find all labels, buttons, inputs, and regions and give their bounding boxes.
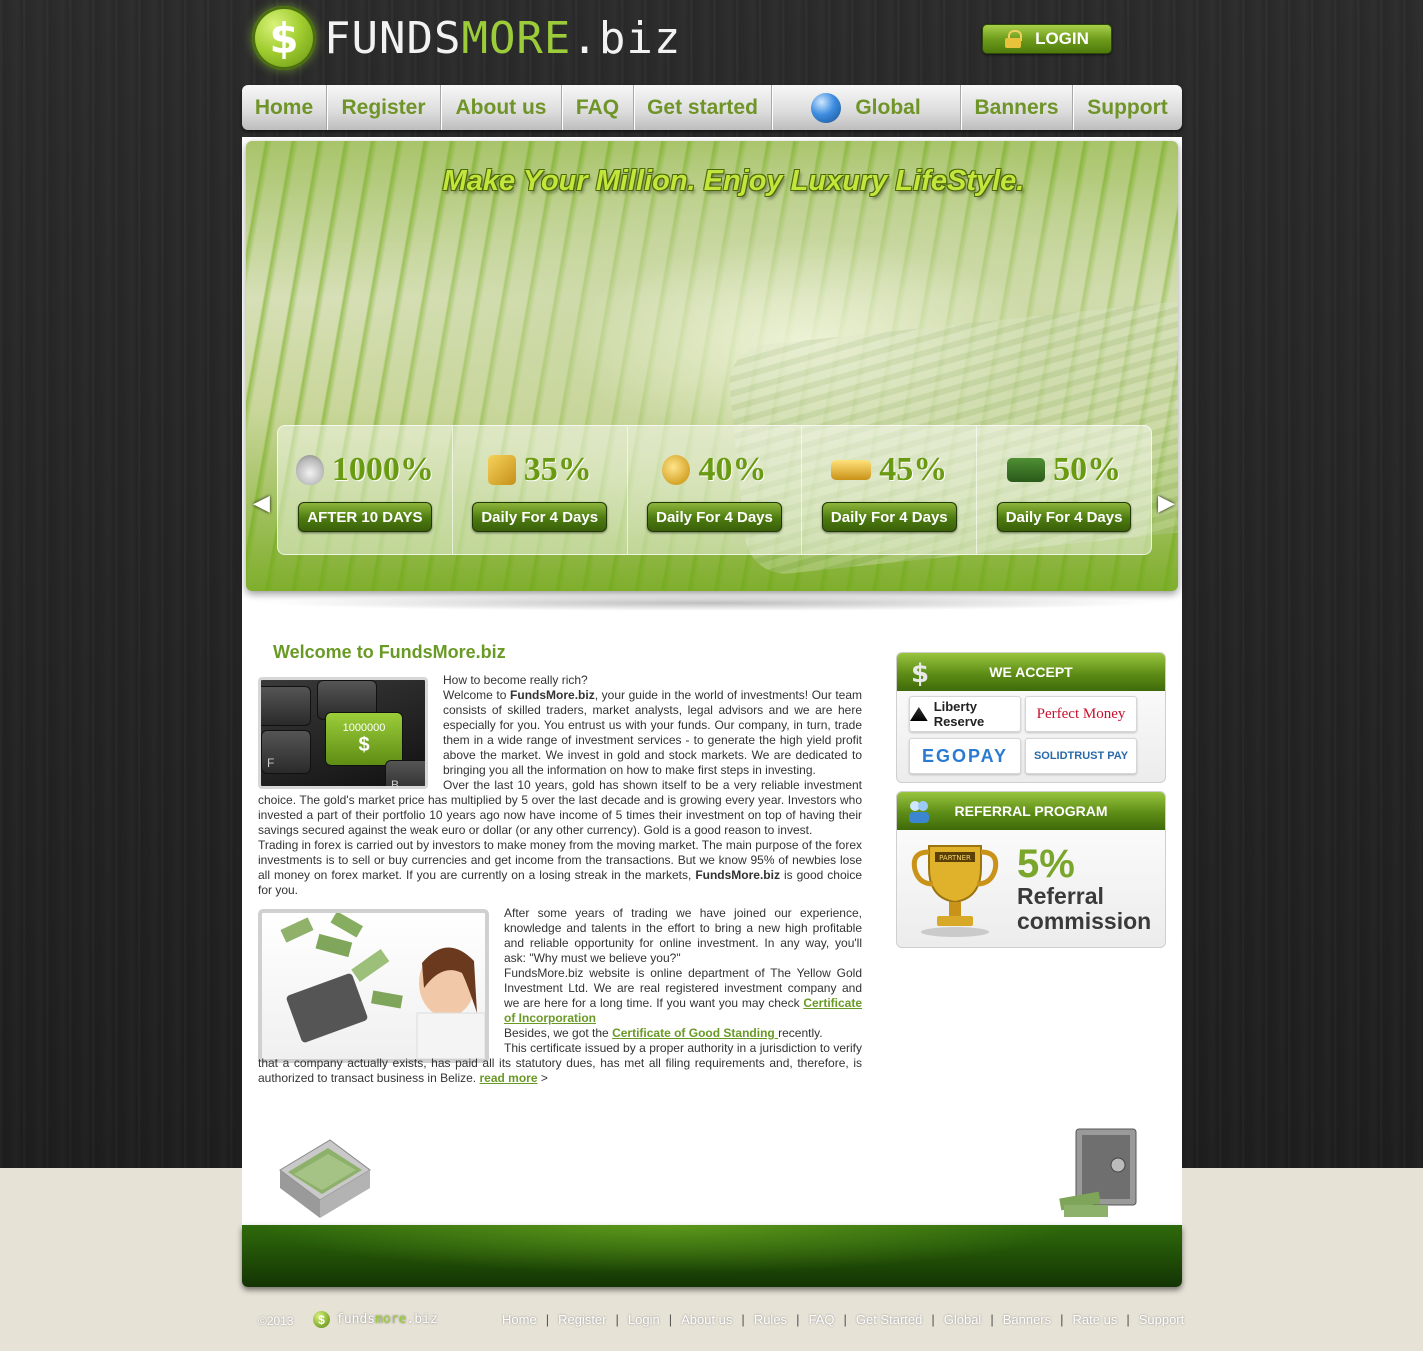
footer-link-banners[interactable]: Banners	[1003, 1312, 1051, 1327]
nav-register[interactable]: Register	[327, 85, 441, 130]
gold-safe-icon	[487, 455, 516, 485]
plan-button[interactable]: Daily For 4 Days	[996, 502, 1132, 532]
dollar-icon: $	[911, 659, 929, 686]
login-label: LOGIN	[1035, 29, 1089, 48]
keyboard-key-f: F	[261, 730, 311, 774]
gold-bars-icon	[831, 460, 872, 480]
forex-paragraph: Trading in forex is carried out by inves…	[258, 838, 862, 897]
plan-percent: 45%	[879, 451, 948, 488]
gold-paragraph: Over the last 10 years, gold has shown i…	[258, 778, 862, 837]
footer-link-rules[interactable]: Rules	[754, 1312, 787, 1327]
trophy-icon: PARTNER	[911, 845, 999, 937]
footer-link-home[interactable]: Home	[502, 1312, 537, 1327]
login-button[interactable]: LOGIN	[982, 24, 1112, 54]
cash-stack-icon	[1007, 458, 1046, 482]
perfect-money-logo[interactable]: Perfect Money	[1025, 696, 1137, 732]
footer-link-register[interactable]: Register	[558, 1312, 606, 1327]
solidtrust-pay-logo[interactable]: SOLIDTRUST PAY	[1025, 738, 1137, 774]
slider-prev-arrow-icon[interactable]: ◀	[253, 490, 270, 516]
we-accept-box: $ WE ACCEPT Liberty Reserve Perfect Mone…	[896, 652, 1166, 783]
money-bag-icon	[295, 455, 324, 485]
we-accept-header: $ WE ACCEPT	[897, 653, 1165, 691]
plan-button[interactable]: Daily For 4 Days	[472, 502, 608, 532]
banner-shadow	[258, 595, 1163, 611]
egopay-logo[interactable]: EGOPAY	[909, 738, 1021, 774]
certificate-good-standing-link[interactable]: Certificate of Good Standing	[612, 1026, 778, 1040]
keyboard-key-green: 1000000 $	[325, 712, 403, 766]
referral-box: REFERRAL PROGRAM PARTNER 5% Referral comm…	[896, 791, 1166, 948]
plan-button[interactable]: AFTER 10 DAYS	[298, 502, 432, 532]
woman-laptop-money-image	[258, 909, 489, 1063]
footer-link-get-started[interactable]: Get Started	[856, 1312, 922, 1327]
copyright: ©2013	[258, 1314, 294, 1328]
plan-card: 45% Daily For 4 Days	[802, 426, 978, 554]
nav-home[interactable]: Home	[242, 85, 327, 130]
referral-percent: 5%	[1017, 842, 1075, 886]
globe-icon	[811, 92, 842, 123]
plan-button[interactable]: Daily For 4 Days	[647, 502, 782, 532]
dollar-coin-icon: $	[252, 6, 316, 70]
plan-percent: 50%	[1053, 451, 1122, 488]
trust-paragraph: After some years of trading we have join…	[504, 906, 862, 1040]
plan-card: 35% Daily For 4 Days	[453, 426, 628, 554]
plans-strip: 1000% AFTER 10 DAYS 35% Daily For 4 Days…	[277, 425, 1152, 555]
footer-link-global[interactable]: Global	[944, 1312, 982, 1327]
liberty-reserve-logo[interactable]: Liberty Reserve	[909, 696, 1021, 732]
keyboard-image: F 1000000 $ B	[258, 677, 428, 789]
welcome-heading: Welcome to FundsMore.biz	[273, 642, 506, 662]
money-safe-image	[1059, 1128, 1137, 1217]
intro-paragraph: How to become really rich? Welcome to Fu…	[443, 673, 862, 777]
plan-card: 40% Daily For 4 Days	[628, 426, 803, 554]
referral-header: REFERRAL PROGRAM	[897, 792, 1165, 830]
nav-get-started[interactable]: Get started	[634, 85, 772, 130]
keyboard-key	[261, 686, 311, 726]
read-more-link[interactable]: read more	[479, 1071, 537, 1085]
plan-percent: 40%	[698, 451, 767, 488]
nav-about-us[interactable]: About us	[441, 85, 562, 130]
plan-card: 1000% AFTER 10 DAYS	[278, 426, 453, 554]
nav-global[interactable]: Global	[772, 85, 961, 130]
dollar-coin-icon: $	[313, 1311, 330, 1328]
money-briefcase-image	[279, 1139, 371, 1218]
footer-link-rate-us[interactable]: Rate us	[1073, 1312, 1118, 1327]
footer-link-about-us[interactable]: About us	[681, 1312, 732, 1327]
footer-link-faq[interactable]: FAQ	[808, 1312, 834, 1327]
people-icon	[909, 801, 929, 823]
logo-text: FUNDSMORE.biz	[324, 12, 682, 64]
referral-text: Referral commission	[1017, 883, 1152, 934]
plan-card: 50% Daily For 4 Days	[977, 426, 1151, 554]
nav-faq[interactable]: FAQ	[562, 85, 634, 130]
svg-text:$: $	[911, 659, 929, 686]
lock-icon	[1005, 30, 1023, 48]
plan-percent: 35%	[523, 451, 592, 488]
green-footer-band	[242, 1225, 1182, 1287]
certificate-paragraph: This certificate issued by a proper auth…	[258, 1041, 862, 1085]
svg-text:PARTNER: PARTNER	[939, 854, 971, 862]
footer-nav: Home | Register | Login | About us | Rules | …	[502, 1312, 1185, 1327]
nav-global-label: Global	[855, 95, 921, 119]
banner-title: Make Your Million. Enjoy Luxury LifeStyl…	[442, 165, 1025, 197]
plan-percent: 1000%	[331, 451, 434, 488]
site-logo[interactable]: $ FUNDSMORE.biz	[252, 6, 681, 70]
footer-link-support[interactable]: Support	[1139, 1312, 1185, 1327]
footer-logo[interactable]: $ fundsmore.biz	[313, 1311, 438, 1328]
plan-button[interactable]: Daily For 4 Days	[821, 502, 957, 532]
footer-link-login[interactable]: Login	[628, 1312, 660, 1327]
main-nav: Home Register About us FAQ Get started G…	[242, 85, 1182, 130]
nav-banners[interactable]: Banners	[961, 85, 1073, 130]
slider-next-arrow-icon[interactable]: ▶	[1158, 490, 1175, 516]
coins-icon	[662, 455, 691, 485]
nav-support[interactable]: Support	[1073, 85, 1182, 130]
